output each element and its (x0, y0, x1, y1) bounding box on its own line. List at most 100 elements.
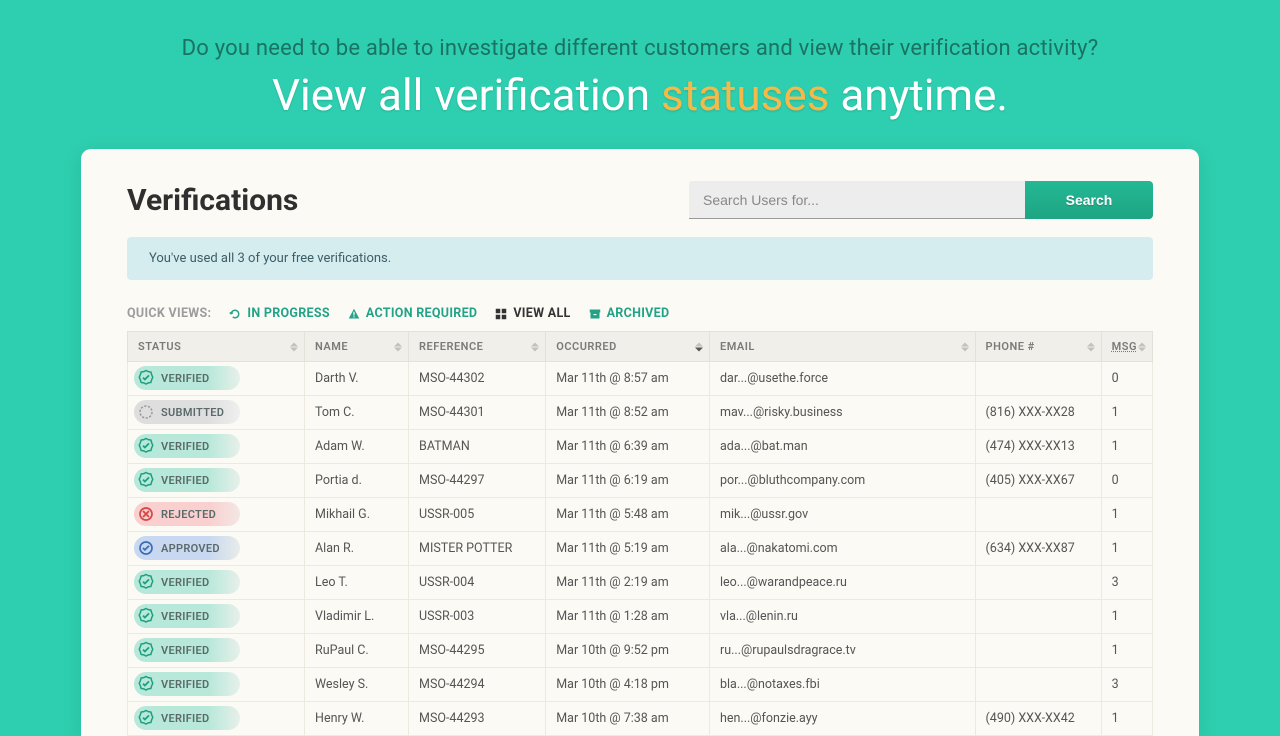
status-badge: VERIFIED (134, 366, 240, 390)
table-row[interactable]: VERIFIEDDarth V.MSO-44302Mar 11th @ 8:57… (128, 362, 1153, 396)
status-label: VERIFIED (161, 372, 209, 385)
cell-msg: 1 (1101, 498, 1152, 532)
cell-reference: USSR-003 (409, 600, 546, 634)
qv-archived[interactable]: ARCHIVED (589, 306, 670, 321)
page-title: Verifications (127, 183, 298, 218)
warning-icon (348, 308, 360, 320)
table-row[interactable]: VERIFIEDLeo T.USSR-004Mar 11th @ 2:19 am… (128, 566, 1153, 600)
status-label: APPROVED (161, 542, 220, 555)
verified-icon (137, 573, 155, 591)
cell-email: ada...@bat.man (709, 430, 975, 464)
cell-msg: 1 (1101, 396, 1152, 430)
cell-phone (975, 634, 1101, 668)
submitted-icon (137, 403, 155, 421)
cell-reference: MSO-44294 (409, 668, 546, 702)
cell-occurred: Mar 10th @ 4:18 pm (546, 668, 710, 702)
cell-phone: (816) XXX-XX28 (975, 396, 1101, 430)
status-label: VERIFIED (161, 576, 209, 589)
quick-views-label: QUICK VIEWS: (127, 306, 211, 321)
status-badge: VERIFIED (134, 672, 240, 696)
qv-action-required-label: ACTION REQUIRED (366, 306, 477, 321)
verified-icon (137, 471, 155, 489)
table-row[interactable]: VERIFIEDAdam W.BATMANMar 11th @ 6:39 ama… (128, 430, 1153, 464)
table-row[interactable]: VERIFIEDWesley S.MSO-44294Mar 10th @ 4:1… (128, 668, 1153, 702)
cell-occurred: Mar 11th @ 6:19 am (546, 464, 710, 498)
verified-icon (137, 675, 155, 693)
cell-msg: 1 (1101, 430, 1152, 464)
status-label: VERIFIED (161, 678, 209, 691)
cell-name: Tom C. (305, 396, 409, 430)
qv-view-all[interactable]: VIEW ALL (495, 306, 570, 321)
cell-email: ala...@nakatomi.com (709, 532, 975, 566)
col-name[interactable]: NAME (305, 332, 409, 362)
cell-phone (975, 362, 1101, 396)
table-row[interactable]: REJECTED Mikhail G.USSR-005Mar 11th @ 5:4… (128, 498, 1153, 532)
cell-email: bla...@notaxes.fbi (709, 668, 975, 702)
cell-reference: MSO-44295 (409, 634, 546, 668)
status-label: VERIFIED (161, 474, 209, 487)
cell-msg: 3 (1101, 566, 1152, 600)
qv-in-progress[interactable]: IN PROGRESS (229, 306, 330, 321)
status-badge: VERIFIED (134, 468, 240, 492)
status-badge: VERIFIED (134, 638, 240, 662)
qv-view-all-label: VIEW ALL (513, 306, 570, 321)
cell-phone: (474) XXX-XX13 (975, 430, 1101, 464)
cell-msg: 1 (1101, 532, 1152, 566)
cell-name: Portia d. (305, 464, 409, 498)
table-row[interactable]: APPROVEDAlan R.MISTER POTTERMar 11th @ 5… (128, 532, 1153, 566)
status-label: VERIFIED (161, 440, 209, 453)
hero-subtitle: Do you need to be able to investigate di… (20, 36, 1260, 61)
cell-phone: (490) XXX-XX42 (975, 702, 1101, 736)
search-group: Search (689, 181, 1153, 219)
table-row[interactable]: VERIFIED Portia d.MSO-44297Mar 11th @ 6:1… (128, 464, 1153, 498)
cell-phone: (405) XXX-XX67 (975, 464, 1101, 498)
status-label: REJECTED (161, 508, 216, 521)
rejected-icon (137, 505, 155, 523)
search-input[interactable] (689, 181, 1025, 219)
cell-name: Mikhail G. (305, 498, 409, 532)
col-email[interactable]: EMAIL (709, 332, 975, 362)
status-badge: APPROVED (134, 536, 240, 560)
status-badge: REJECTED (134, 502, 240, 526)
qv-action-required[interactable]: ACTION REQUIRED (348, 306, 477, 321)
cell-occurred: Mar 10th @ 7:38 am (546, 702, 710, 736)
col-msg[interactable]: MSG (1101, 332, 1152, 362)
refresh-icon (229, 308, 241, 320)
verifications-table: STATUS NAME REFERENCE OCCURRED EMAIL PHO… (127, 331, 1153, 736)
status-label: VERIFIED (161, 644, 209, 657)
cell-email: vla...@lenin.ru (709, 600, 975, 634)
cell-name: Leo T. (305, 566, 409, 600)
cell-occurred: Mar 11th @ 8:52 am (546, 396, 710, 430)
cell-reference: USSR-004 (409, 566, 546, 600)
col-status[interactable]: STATUS (128, 332, 305, 362)
table-row[interactable]: VERIFIEDRuPaul C.MSO-44295Mar 10th @ 9:5… (128, 634, 1153, 668)
cell-email: hen...@fonzie.ayy (709, 702, 975, 736)
col-occurred[interactable]: OCCURRED (546, 332, 710, 362)
cell-reference: BATMAN (409, 430, 546, 464)
verified-icon (137, 641, 155, 659)
table-row[interactable]: SUBMITTEDTom C.MSO-44301Mar 11th @ 8:52 … (128, 396, 1153, 430)
quick-views: QUICK VIEWS: IN PROGRESS ACTION REQUIRED… (127, 306, 1153, 321)
cell-phone (975, 600, 1101, 634)
cell-reference: MSO-44297 (409, 464, 546, 498)
cell-msg: 1 (1101, 600, 1152, 634)
table-row[interactable]: VERIFIEDHenry W.MSO-44293Mar 10th @ 7:38… (128, 702, 1153, 736)
status-label: SUBMITTED (161, 406, 224, 419)
cell-reference: MSO-44293 (409, 702, 546, 736)
verified-icon (137, 369, 155, 387)
cell-name: Darth V. (305, 362, 409, 396)
table-row[interactable]: VERIFIEDVladimir L.USSR-003Mar 11th @ 1:… (128, 600, 1153, 634)
cell-occurred: Mar 11th @ 1:28 am (546, 600, 710, 634)
status-badge: SUBMITTED (134, 400, 240, 424)
search-button[interactable]: Search (1025, 181, 1153, 219)
approved-icon (137, 539, 155, 557)
cell-phone: (634) XXX-XX87 (975, 532, 1101, 566)
col-reference[interactable]: REFERENCE (409, 332, 546, 362)
col-phone[interactable]: PHONE # (975, 332, 1101, 362)
cell-email: mav...@risky.business (709, 396, 975, 430)
cell-email: ru...@rupaulsdragrace.tv (709, 634, 975, 668)
cell-occurred: Mar 10th @ 9:52 pm (546, 634, 710, 668)
cell-occurred: Mar 11th @ 5:48 am (546, 498, 710, 532)
cell-phone (975, 498, 1101, 532)
cell-reference: USSR-005 (409, 498, 546, 532)
